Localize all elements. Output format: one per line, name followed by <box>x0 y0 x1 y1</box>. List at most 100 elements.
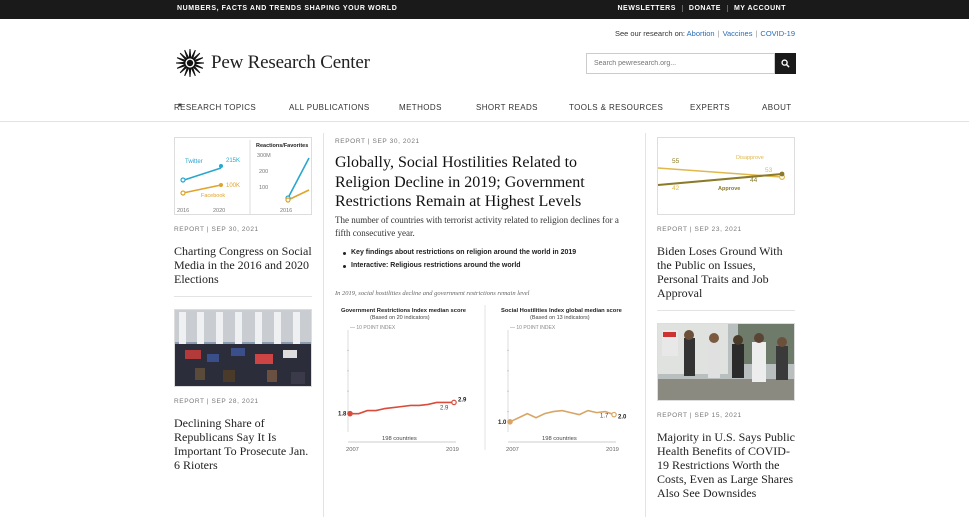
nav-short-reads[interactable]: SHORT READS <box>476 103 538 112</box>
approve-label: Approve <box>718 186 740 192</box>
disapprove-end-value: 53 <box>765 167 773 174</box>
card-meta: REPORT | SEP 28, 2021 <box>174 398 259 405</box>
approve-start-value: 55 <box>672 158 680 165</box>
covid-link[interactable]: COVID-19 <box>760 29 795 38</box>
facebook-label: Facebook <box>201 193 225 199</box>
biden-mini-chart: 55 42 Disapprove Approve 53 44 <box>658 155 785 192</box>
x-tick-label: 2007 <box>346 447 359 453</box>
top-bar: NUMBERS, FACTS AND TRENDS SHAPING YOUR W… <box>0 0 969 19</box>
tick-300m: 300M <box>257 153 271 159</box>
vaccines-link[interactable]: Vaccines <box>723 29 753 38</box>
card-headline[interactable]: Biden Loses Ground With the Public on Is… <box>657 244 795 300</box>
year-label-c: 2016 <box>280 208 292 214</box>
chart-title: Social Hostilities Index global median s… <box>501 308 623 314</box>
approve-end-value: 44 <box>750 177 758 184</box>
chart-caption: In 2019, social hostilities decline and … <box>335 290 530 297</box>
card-meta: REPORT | SEP 30, 2021 <box>174 226 259 233</box>
tick-100: 100 <box>259 185 268 191</box>
year-label-a: 2016 <box>177 208 189 214</box>
search-box <box>586 53 796 74</box>
chart-series-line <box>350 401 454 415</box>
biden-chart-thumbnail: 55 42 Disapprove Approve 53 44 <box>657 137 795 215</box>
twitter-value: 215K <box>226 158 240 164</box>
feature-dek: The number of countries with terrorist a… <box>335 215 619 238</box>
column-divider-left <box>323 133 324 517</box>
top-links: NEWSLETTERS DONATE MY ACCOUNT <box>612 5 793 12</box>
card-headline[interactable]: Charting Congress on Social Media in the… <box>174 244 312 286</box>
site-tagline: NUMBERS, FACTS AND TRENDS SHAPING YOUR W… <box>177 5 398 12</box>
card-meta: REPORT | SEP 23, 2021 <box>657 226 742 233</box>
card-republicans-jan6[interactable]: REPORT | SEP 28, 2021 Declining Share of… <box>174 309 312 472</box>
chart-ylabel: — 10 POINT INDEX <box>510 325 556 331</box>
card-covid-restrictions[interactable]: REPORT | SEP 15, 2021 Majority in U.S. S… <box>657 323 795 500</box>
card-meta: REPORT | SEP 15, 2021 <box>657 412 742 419</box>
donate-link[interactable]: DONATE <box>681 5 727 12</box>
data-label-start: 1.0 <box>498 420 507 426</box>
site-logo[interactable]: Pew Research Center <box>175 48 370 78</box>
facebook-value: 100K <box>226 183 240 189</box>
disapprove-label: Disapprove <box>736 155 764 161</box>
card-headline[interactable]: Declining Share of Republicans Say It Is… <box>174 416 312 472</box>
card-headline[interactable]: Majority in U.S. Says Public Health Bene… <box>657 430 795 500</box>
x-tick-label: 2007 <box>506 447 519 453</box>
rioters-photo <box>174 309 312 387</box>
data-label-end: 2.0 <box>618 415 627 421</box>
search-button[interactable] <box>775 53 796 74</box>
chart-point <box>451 399 457 406</box>
capitol-crowd-image <box>175 310 311 386</box>
data-label-start: 1.8 <box>338 412 347 418</box>
column-divider-right <box>645 133 646 517</box>
congress-chart-thumbnail: Twitter 215K Facebook 100K 2016 2020 Rea… <box>174 137 312 215</box>
search-icon <box>781 59 790 68</box>
chart-annotation: 198 countries <box>542 436 577 442</box>
year-label-b: 2020 <box>213 208 225 214</box>
chart-annotation: 198 countries <box>382 436 417 442</box>
tick-200: 200 <box>259 169 268 175</box>
card-divider <box>657 310 795 311</box>
research-prefix: See our research on: <box>614 29 685 38</box>
chart-subtitle: (Based on 20 indicators) <box>370 315 430 321</box>
feature-links: Key findings about restrictions on relig… <box>343 249 576 275</box>
congress-mini-chart: Twitter 215K Facebook 100K 2016 2020 Rea… <box>177 140 310 214</box>
interactive-restrictions-link[interactable]: Interactive: Religious restrictions arou… <box>343 262 576 269</box>
chart-point <box>507 419 513 425</box>
chart-ylabel: — 10 POINT INDEX <box>350 325 396 331</box>
card-biden-approval[interactable]: 55 42 Disapprove Approve 53 44 REPORT | … <box>657 137 795 300</box>
chart-title: Government Restrictions Index median sco… <box>341 308 467 314</box>
feature-charts: Government Restrictions Index median sco… <box>338 305 627 453</box>
covid-photo <box>657 323 795 401</box>
research-topics-bar: See our research on: Abortion | Vaccines | C… <box>614 29 795 38</box>
chart-subtitle: (Based on 13 indicators) <box>530 315 590 321</box>
data-label-secondary: 1.7 <box>600 414 609 420</box>
logo-text: Pew Research Center <box>211 52 370 73</box>
x-tick-label: 2019 <box>606 447 619 453</box>
people-street-image <box>658 324 794 400</box>
feature-meta: REPORT | SEP 30, 2021 <box>335 138 420 145</box>
caret-down-icon: ▼ <box>177 103 184 109</box>
nav-methods[interactable]: METHODS <box>399 103 442 112</box>
feature-headline[interactable]: Globally, Social Hostilities Related to … <box>335 153 635 212</box>
card-congress-social[interactable]: Twitter 215K Facebook 100K 2016 2020 Rea… <box>174 137 312 286</box>
nav-tools-resources[interactable]: TOOLS & RESOURCES <box>569 103 663 112</box>
card-divider <box>174 296 312 297</box>
nav-about[interactable]: ABOUT <box>762 103 792 112</box>
abortion-link[interactable]: Abortion <box>687 29 715 38</box>
main-nav: RESEARCH TOPICS ▼ ALL PUBLICATIONS METHOD… <box>174 103 792 112</box>
data-label-secondary: 2.9 <box>440 405 449 411</box>
nav-all-publications[interactable]: ALL PUBLICATIONS <box>289 103 370 112</box>
twitter-label: Twitter <box>185 159 203 165</box>
newsletters-link[interactable]: NEWSLETTERS <box>612 5 682 12</box>
key-findings-link[interactable]: Key findings about restrictions on relig… <box>343 249 576 256</box>
data-label-end: 2.9 <box>458 397 467 403</box>
reactions-panel-title: Reactions/Favorites <box>256 143 308 149</box>
disapprove-start-value: 42 <box>672 185 680 192</box>
my-account-link[interactable]: MY ACCOUNT <box>726 5 792 12</box>
chart-point <box>611 411 617 418</box>
pew-logo-icon <box>176 49 204 77</box>
search-input[interactable] <box>586 53 775 74</box>
header-divider <box>0 121 969 122</box>
x-tick-label: 2019 <box>446 447 459 453</box>
nav-experts[interactable]: EXPERTS <box>690 103 730 112</box>
chart-point <box>347 410 353 417</box>
chart-series-line <box>509 409 615 423</box>
